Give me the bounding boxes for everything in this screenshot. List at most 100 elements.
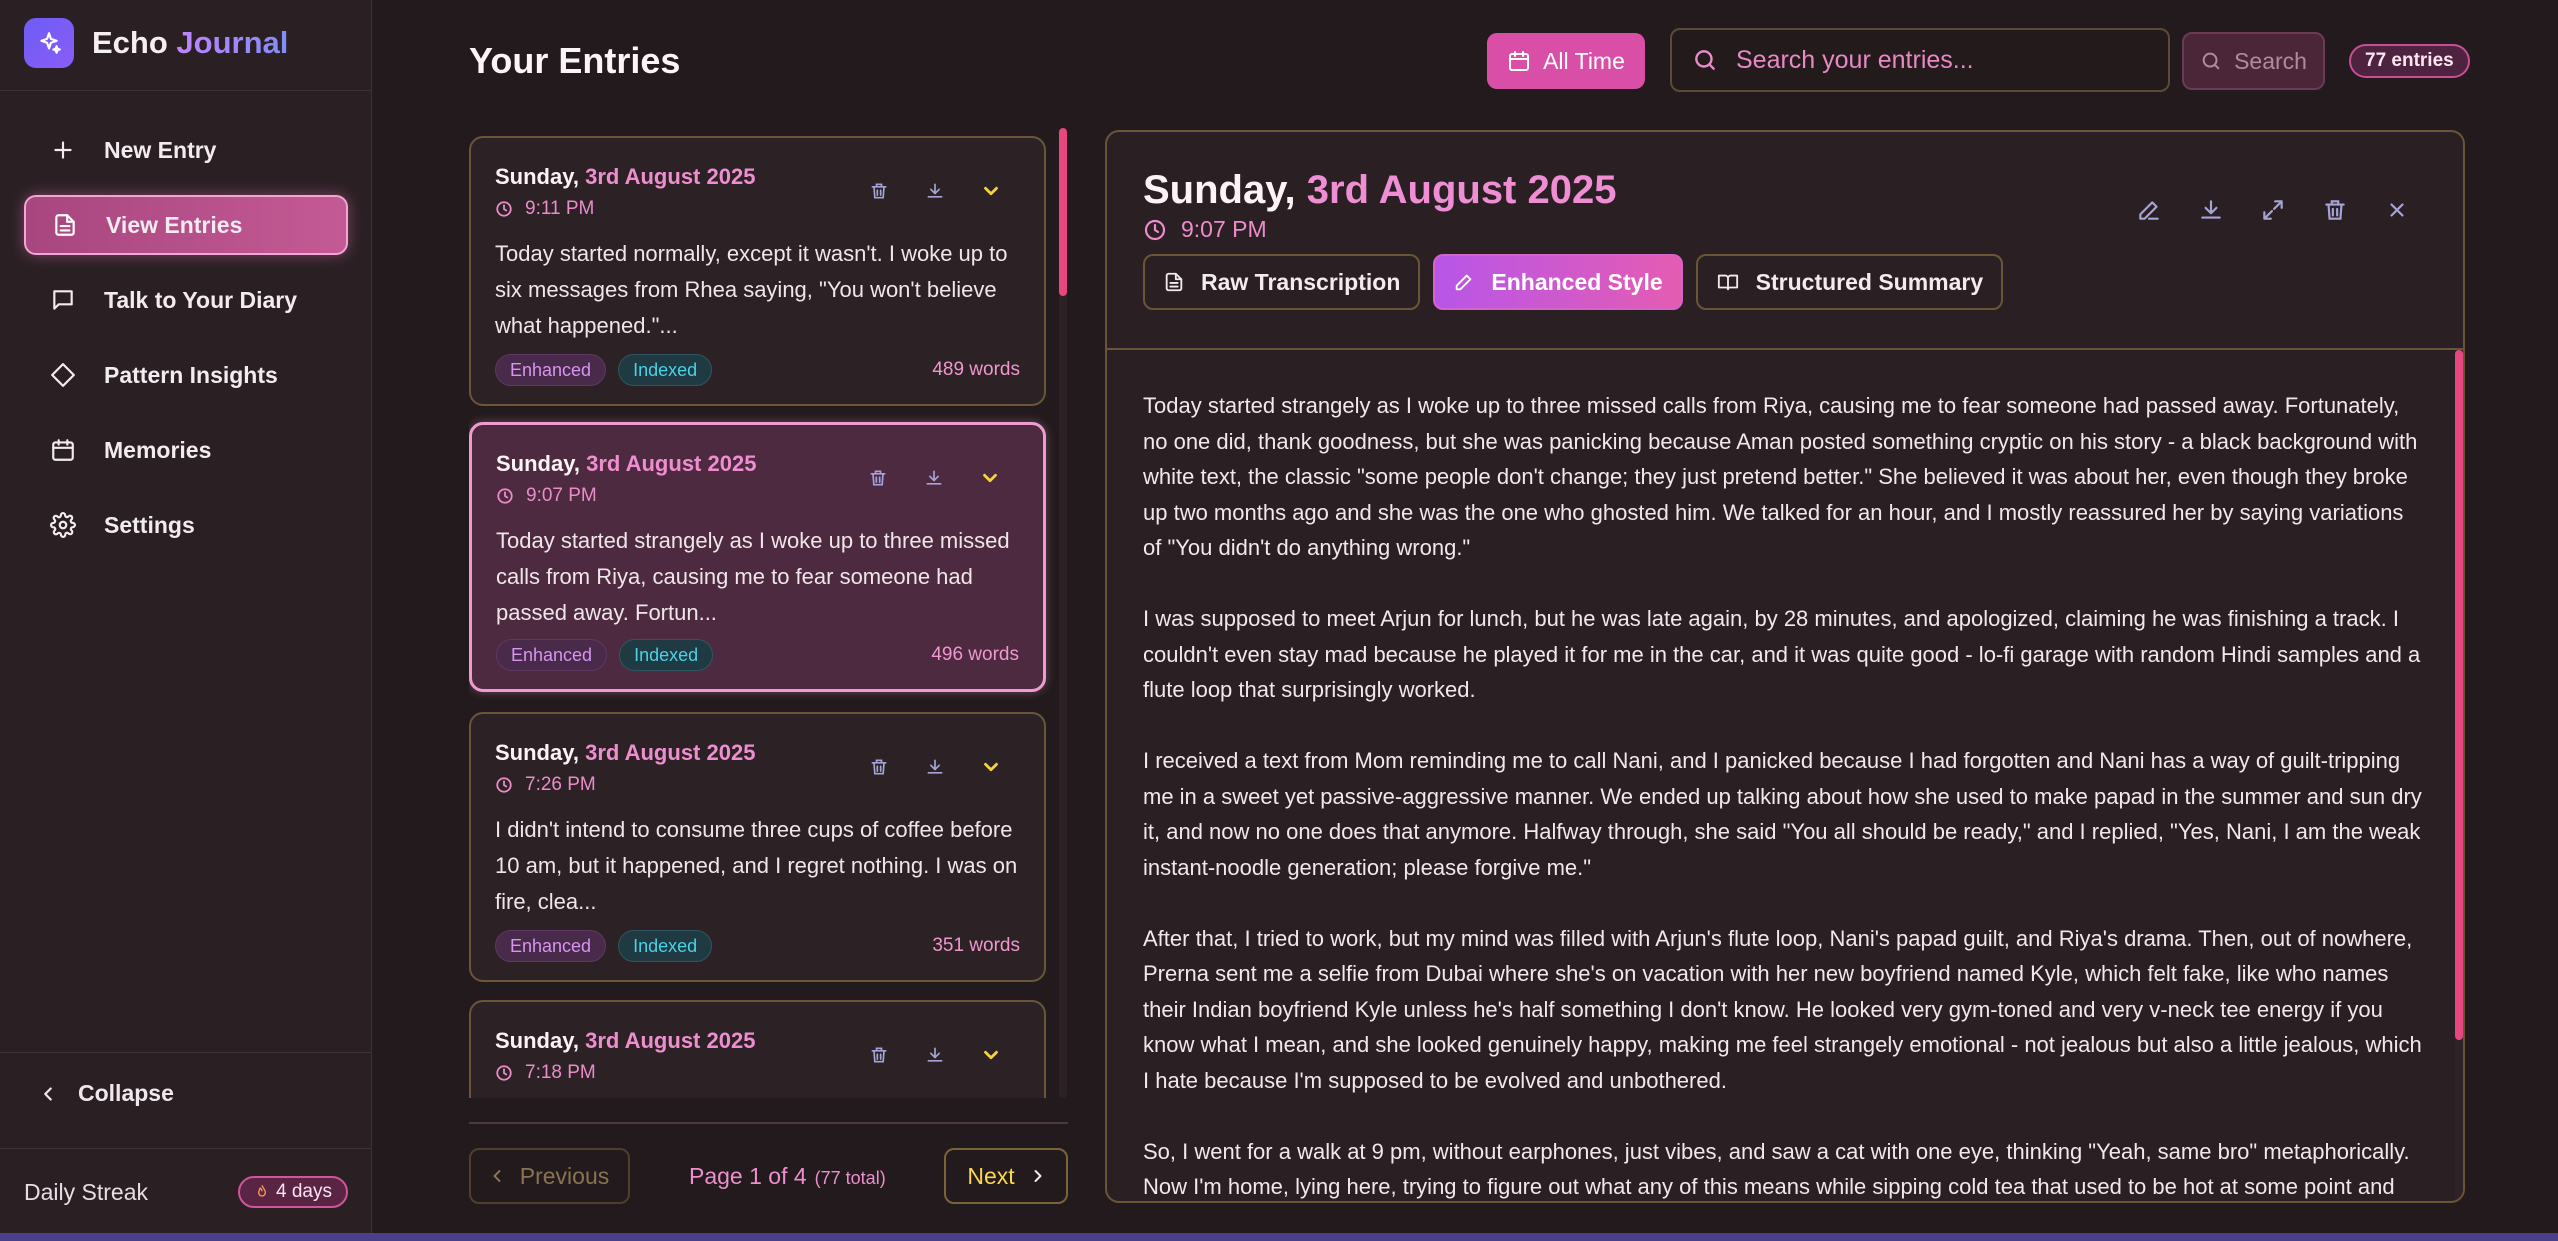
entry-excerpt: Today started normally, except it wasn't… (495, 241, 1008, 338)
book-icon (1716, 271, 1740, 293)
sidebar-item-view-entries[interactable]: View Entries (24, 195, 348, 255)
tag-enhanced: Enhanced (495, 354, 607, 386)
entry-weekday: Sunday, (495, 164, 579, 189)
entry-footer: Enhanced Indexed 496 words (496, 639, 1019, 671)
entry-paragraph: I received a text from Mom reminding me … (1143, 748, 2422, 880)
tab-structured-summary[interactable]: Structured Summary (1695, 254, 2004, 310)
chat-icon (48, 285, 78, 315)
entries-count-badge: 77 entries (2349, 44, 2470, 78)
word-count: 351 words (932, 935, 1020, 956)
entry-list-scrollbar[interactable] (1059, 128, 1067, 1098)
previous-page-button[interactable]: Previous (469, 1148, 630, 1204)
bottom-bar (0, 1233, 2558, 1241)
sidebar-item-talk-to-diary[interactable]: Talk to Your Diary (24, 270, 348, 330)
trash-icon[interactable] (865, 465, 891, 491)
tag-enhanced: Enhanced (495, 930, 607, 962)
entry-actions (866, 1042, 1004, 1068)
sidebar-divider (0, 1052, 372, 1053)
plus-icon (48, 135, 78, 165)
trash-icon[interactable] (866, 178, 892, 204)
download-icon[interactable] (2195, 194, 2227, 226)
app-name-part1: Echo (92, 25, 168, 60)
entry-card[interactable]: Sunday, 3rd August 2025 7:26 PM I didn't… (469, 712, 1046, 982)
flame-icon (254, 1183, 270, 1201)
brand[interactable]: Echo Journal (24, 18, 288, 68)
detail-time: 9:07 PM (1143, 216, 1267, 243)
page-indicator: Page 1 of 4 (77 total) (689, 1163, 886, 1190)
previous-label: Previous (519, 1162, 610, 1189)
download-icon[interactable] (922, 754, 948, 780)
edit-icon[interactable] (2133, 194, 2165, 226)
search-box (1670, 28, 2170, 92)
sidebar-item-label: New Entry (104, 136, 217, 163)
tab-enhanced-style[interactable]: Enhanced Style (1433, 254, 1683, 310)
entry-card[interactable]: Sunday, 3rd August 2025 9:11 PM Today st… (469, 136, 1046, 406)
entry-list[interactable]: Sunday, 3rd August 2025 9:11 PM Today st… (469, 128, 1069, 1098)
next-page-button[interactable]: Next (944, 1148, 1068, 1204)
sidebar-item-memories[interactable]: Memories (24, 420, 348, 480)
trash-icon[interactable] (866, 754, 892, 780)
sidebar-item-pattern-insights[interactable]: Pattern Insights (24, 345, 348, 405)
trash-icon[interactable] (2319, 194, 2351, 226)
sidebar-item-settings[interactable]: Settings (24, 495, 348, 555)
word-count: 496 words (931, 644, 1019, 665)
sidebar: Echo Journal New Entry View Entries Talk… (0, 0, 372, 1233)
expand-icon[interactable] (2257, 194, 2289, 226)
entry-time-value: 7:26 PM (525, 774, 596, 795)
entry-weekday: Sunday, (495, 740, 579, 765)
collapse-button[interactable]: Collapse (40, 1080, 174, 1107)
entry-card-selected[interactable]: Sunday, 3rd August 2025 9:07 PM Today st… (469, 422, 1046, 692)
streak-badge: 4 days (238, 1176, 348, 1208)
clock-icon (1143, 218, 1167, 242)
chevron-left-icon (490, 1166, 504, 1186)
detail-time-value: 9:07 PM (1181, 216, 1267, 242)
view-tabs: Raw Transcription Enhanced Style Structu… (1143, 254, 2004, 310)
search-icon (2200, 50, 2222, 72)
time-filter-label: All Time (1543, 47, 1625, 74)
entry-excerpt: Today started strangely as I woke up to … (496, 528, 1010, 625)
entry-date-value: 3rd August 2025 (585, 1028, 756, 1053)
tag-indexed: Indexed (618, 354, 713, 386)
daily-streak: Daily Streak 4 days (24, 1176, 348, 1208)
list-divider (469, 1122, 1068, 1124)
entry-paragraph: I was supposed to meet Arjun for lunch, … (1143, 606, 2421, 702)
pencil-icon (1453, 271, 1475, 293)
document-icon (50, 210, 80, 240)
chevron-down-icon[interactable] (977, 465, 1003, 491)
entry-actions (866, 178, 1004, 204)
entry-list-scroll-thumb[interactable] (1059, 128, 1067, 296)
search-button[interactable]: Search (2182, 32, 2325, 90)
sidebar-divider (0, 90, 372, 91)
close-icon[interactable] (2381, 194, 2413, 226)
tag-indexed: Indexed (618, 930, 713, 962)
entry-date-value: 3rd August 2025 (586, 451, 757, 476)
tab-label: Raw Transcription (1201, 268, 1401, 295)
gear-icon (48, 510, 78, 540)
sidebar-item-new-entry[interactable]: New Entry (24, 120, 348, 180)
entry-body: Today started strangely as I woke up to … (1143, 388, 2423, 1201)
entry-excerpt: I didn't intend to consume three cups of… (495, 817, 1018, 914)
entry-paragraph: Today started strangely as I woke up to … (1143, 393, 2418, 560)
sidebar-divider (0, 1148, 372, 1149)
time-filter-button[interactable]: All Time (1487, 33, 1645, 89)
entry-time-value: 9:07 PM (526, 485, 597, 506)
download-icon[interactable] (921, 465, 947, 491)
download-icon[interactable] (922, 178, 948, 204)
sidebar-item-label: Memories (104, 436, 212, 463)
tag-enhanced: Enhanced (496, 639, 608, 671)
detail-scroll-thumb[interactable] (2455, 350, 2463, 1040)
entry-actions (866, 754, 1004, 780)
sparkle-icon (24, 18, 74, 68)
chevron-down-icon[interactable] (978, 178, 1004, 204)
entry-time-value: 9:11 PM (525, 198, 595, 219)
search-icon (1692, 47, 1718, 73)
detail-scrollbar[interactable] (2455, 350, 2463, 1201)
search-input[interactable] (1736, 45, 2156, 75)
entry-date-value: 3rd August 2025 (585, 164, 756, 189)
chevron-down-icon[interactable] (978, 1042, 1004, 1068)
chevron-down-icon[interactable] (978, 754, 1004, 780)
entry-card[interactable]: Sunday, 3rd August 2025 7:18 PM (469, 1000, 1046, 1098)
trash-icon[interactable] (866, 1042, 892, 1068)
tab-raw-transcription[interactable]: Raw Transcription (1143, 254, 1421, 310)
download-icon[interactable] (922, 1042, 948, 1068)
